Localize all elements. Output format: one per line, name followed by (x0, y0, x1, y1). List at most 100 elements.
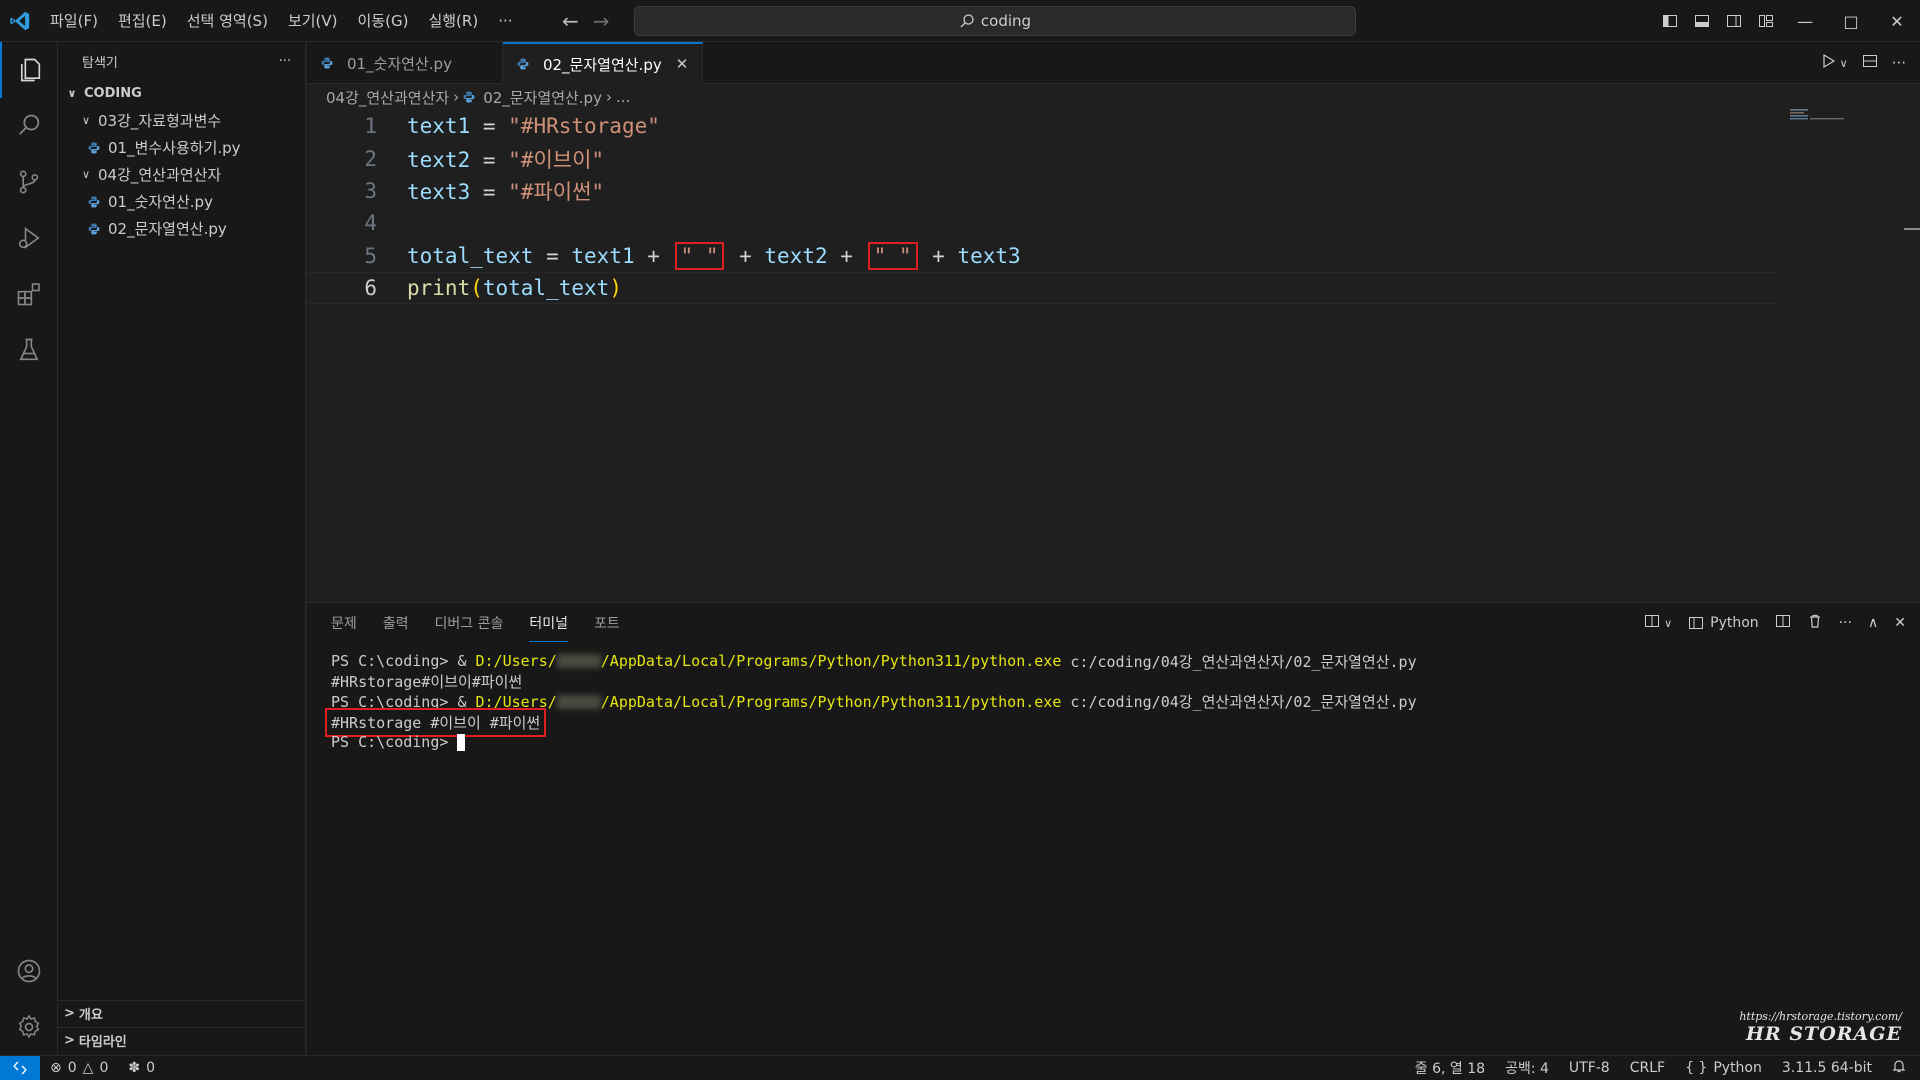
python-file-icon (517, 58, 529, 70)
code-token: print (407, 276, 471, 301)
tree-folder-03[interactable]: ∨ 03강_자료형과변수 (58, 107, 305, 134)
code-token: = (470, 147, 509, 172)
code-token: + (634, 243, 673, 268)
tree-file-01-numbers[interactable]: 01_숫자연산.py (58, 188, 305, 215)
toggle-primary-sidebar-icon[interactable] (1654, 0, 1686, 42)
terminal-shell-label: Python (1710, 615, 1759, 631)
tab-01-numbers[interactable]: 01_숫자연산.py (307, 42, 503, 84)
toggle-secondary-sidebar-icon[interactable] (1718, 0, 1750, 42)
tree-item-label: 03강_자료형과변수 (98, 112, 222, 130)
status-indentation[interactable]: 공백: 4 (1505, 1058, 1549, 1078)
status-eol[interactable]: CRLF (1630, 1060, 1665, 1076)
menu-edit[interactable]: 편집(E) (108, 0, 177, 42)
panel-more-icon[interactable]: ··· (1839, 615, 1852, 631)
terminal-shell-selector[interactable]: Python (1688, 615, 1759, 631)
terminal-dropdown-chevron-icon[interactable]: ∨ (1664, 617, 1672, 630)
breadcrumb-symbols[interactable]: ... (616, 88, 630, 106)
explorer-more-button[interactable]: ··· (279, 54, 291, 69)
menu-go[interactable]: 이동(G) (348, 0, 419, 42)
testing-flask-icon[interactable] (0, 322, 58, 378)
remote-indicator-icon[interactable] (0, 1055, 40, 1080)
status-cursor-position[interactable]: 줄 6, 열 18 (1415, 1058, 1485, 1078)
trash-icon[interactable] (1807, 613, 1823, 633)
chevron-down-icon: ∨ (81, 168, 91, 181)
minimap[interactable] (1790, 108, 1845, 122)
tab-terminal[interactable]: 터미널 (529, 613, 569, 642)
breadcrumb-file[interactable]: 02_문자열연산.py (483, 87, 602, 108)
minimize-icon[interactable]: — (1782, 0, 1828, 42)
scrollbar-cursor-marker (1904, 228, 1920, 230)
terminal-output-text: #HRstorage#이브이#파이썬 (331, 672, 523, 691)
error-count: 0 (67, 1060, 77, 1076)
status-interpreter[interactable]: 3.11.5 64-bit (1782, 1060, 1872, 1076)
highlighted-space-string: " " (674, 241, 725, 270)
menu-file[interactable]: 파일(F) (40, 0, 108, 42)
panel-actions: ∨ Python ··· ∧ ✕ (1644, 603, 1906, 643)
breadcrumb: 04강_연산과연산자 › 02_문자열연산.py › ... (326, 84, 630, 110)
python-file-icon (88, 196, 100, 208)
tree-folder-04[interactable]: ∨ 04강_연산과연산자 (58, 161, 305, 188)
highlighted-terminal-output: #HRstorage #이브이 #파이썬 (325, 707, 547, 737)
terminal-output[interactable]: PS C:\coding> & D:/Users/ /AppData/Local/… (325, 651, 1417, 752)
run-dropdown-chevron-icon[interactable]: ∨ (1840, 57, 1848, 70)
breadcrumb-folder[interactable]: 04강_연산과연산자 (326, 87, 449, 108)
terminal-script: c:/coding/04강_연산과연산자/02_문자열연산.py (1061, 652, 1417, 671)
tab-label: 01_숫자연산.py (347, 54, 452, 73)
line-number: 5 (364, 243, 377, 268)
maximize-icon[interactable]: □ (1828, 0, 1874, 42)
menu-more-button[interactable]: ··· (488, 0, 522, 42)
close-window-icon[interactable]: ✕ (1874, 0, 1920, 42)
terminal-panel-icon (1689, 617, 1704, 629)
outline-section[interactable]: > 개요 (58, 1000, 306, 1026)
tab-ports[interactable]: 포트 (594, 613, 620, 633)
code-editor[interactable]: 1 text1 = "#HRstorage" 2 text2 = "#이브이" … (307, 110, 1777, 305)
chevron-down-icon: ∨ (81, 114, 91, 127)
workspace-root[interactable]: ∨ CODING (58, 80, 305, 107)
split-editor-icon[interactable] (1862, 53, 1878, 73)
tab-problems[interactable]: 문제 (331, 613, 357, 633)
braces-icon: { } (1685, 1060, 1708, 1076)
search-view-icon[interactable] (0, 98, 58, 154)
editor-more-icon[interactable]: ··· (1892, 54, 1906, 72)
new-terminal-split-icon[interactable] (1644, 613, 1660, 633)
close-panel-icon[interactable]: ✕ (1894, 615, 1906, 631)
run-python-file-icon[interactable] (1820, 53, 1836, 73)
settings-gear-icon[interactable] (0, 999, 58, 1055)
close-tab-icon[interactable]: ✕ (676, 55, 689, 73)
source-control-icon[interactable] (0, 154, 58, 210)
run-debug-icon[interactable] (0, 210, 58, 266)
outline-label: 개요 (78, 1008, 103, 1023)
activity-bar (0, 42, 58, 1055)
notifications-bell-icon[interactable] (1892, 1059, 1906, 1077)
title-bar: 파일(F) 편집(E) 선택 영역(S) 보기(V) 이동(G) 실행(R) ·… (0, 0, 1920, 42)
tab-02-strings[interactable]: 02_문자열연산.py ✕ (502, 42, 704, 84)
line-number: 6 (364, 276, 377, 301)
status-encoding[interactable]: UTF-8 (1569, 1060, 1610, 1076)
tab-output[interactable]: 출력 (383, 613, 409, 633)
menu-view[interactable]: 보기(V) (278, 0, 348, 42)
menu-selection[interactable]: 선택 영역(S) (177, 0, 278, 42)
tree-file-01-variables[interactable]: 01_변수사용하기.py (58, 134, 305, 161)
toggle-panel-icon[interactable] (1686, 0, 1718, 42)
tree-item-label: 01_숫자연산.py (108, 193, 213, 211)
account-icon[interactable] (0, 943, 58, 999)
extensions-icon[interactable] (0, 266, 58, 322)
menu-run[interactable]: 실행(R) (418, 0, 488, 42)
maximize-panel-chevron-up-icon[interactable]: ∧ (1868, 615, 1878, 631)
panel-tabs: 문제 출력 디버그 콘솔 터미널 포트 (331, 603, 620, 643)
back-arrow-icon[interactable]: ← (562, 9, 579, 33)
tab-debug-console[interactable]: 디버그 콘솔 (435, 613, 504, 633)
explorer-icon[interactable] (0, 42, 58, 98)
tree-file-02-strings[interactable]: 02_문자열연산.py (58, 215, 305, 242)
terminal-line: #HRstorage #이브이 #파이썬 (325, 707, 1417, 737)
command-center-search[interactable]: coding (634, 6, 1356, 36)
status-problems[interactable]: ⊗ 0 △ 0 ✽ 0 (40, 1060, 155, 1076)
blurred-username (556, 654, 601, 669)
forward-arrow-icon[interactable]: → (593, 9, 610, 33)
status-language-label: Python (1713, 1060, 1762, 1076)
timeline-section[interactable]: > 타임라인 (58, 1027, 306, 1053)
terminal-line: #HRstorage#이브이#파이썬 (331, 671, 1417, 691)
split-terminal-icon[interactable] (1775, 613, 1791, 633)
status-language[interactable]: { } Python (1685, 1060, 1762, 1076)
customize-layout-icon[interactable] (1750, 0, 1782, 42)
